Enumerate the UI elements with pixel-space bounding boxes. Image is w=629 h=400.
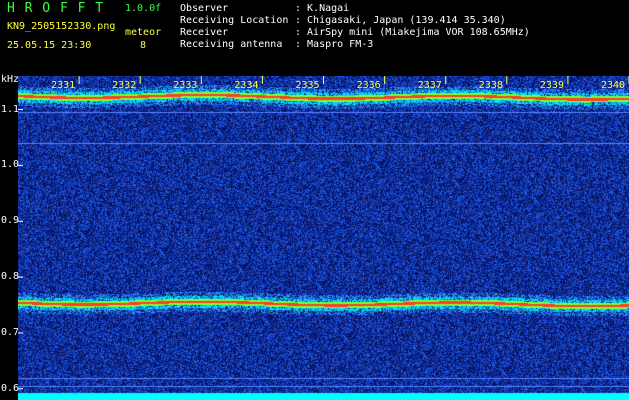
y-axis-unit: kHz — [1, 74, 20, 85]
y-tick-label: 0.9 — [1, 215, 20, 227]
filename: KN9_2505152330.png — [7, 21, 116, 32]
version-label: 1.0.0f — [125, 3, 162, 14]
x-tick-label: 2335 — [295, 80, 320, 91]
x-tick-label: 2337 — [417, 80, 442, 91]
x-tick-label: 2333 — [173, 80, 198, 91]
y-tick-label: 0.7 — [1, 326, 20, 338]
x-tick-label: 2336 — [356, 80, 381, 91]
x-tick-label: 2339 — [539, 80, 564, 91]
y-tick-label: 1.0 — [1, 159, 20, 171]
x-tick-label: 2331 — [51, 80, 76, 91]
info-antenna-label: Receiving antenna — [180, 39, 283, 50]
info-observer-label: Observer — [180, 3, 229, 14]
meteor-count: 8 — [140, 40, 147, 51]
info-location-value: : Chigasaki, Japan (139.414 35.340) — [295, 15, 506, 26]
spectrogram-canvas — [18, 76, 629, 400]
hroftt-window: H R O F F T 1.0.0f KN9_2505152330.png 25… — [0, 0, 629, 400]
info-receiver-label: Receiver — [180, 27, 229, 38]
info-location-label: Receiving Location — [180, 15, 289, 26]
y-tick-label: 0.6 — [1, 382, 20, 394]
x-tick-label: 2338 — [478, 80, 503, 91]
x-tick-label: 2340 — [601, 80, 626, 91]
info-receiver-value: : AirSpy mini (Miakejima VOR 108.65MHz) — [295, 27, 530, 38]
info-antenna-value: : Maspro FM-3 — [295, 39, 374, 50]
y-tick-label: 0.8 — [1, 271, 20, 283]
datetime: 25.05.15 23:30 — [7, 40, 92, 51]
app-logo: H R O F F T — [7, 1, 105, 16]
y-tick-label: 1.1 — [1, 103, 20, 115]
meteor-label: meteor — [125, 27, 162, 38]
x-tick-label: 2332 — [112, 80, 137, 91]
info-observer-value: : K.Nagai — [295, 3, 350, 14]
x-tick-label: 2334 — [234, 80, 259, 91]
